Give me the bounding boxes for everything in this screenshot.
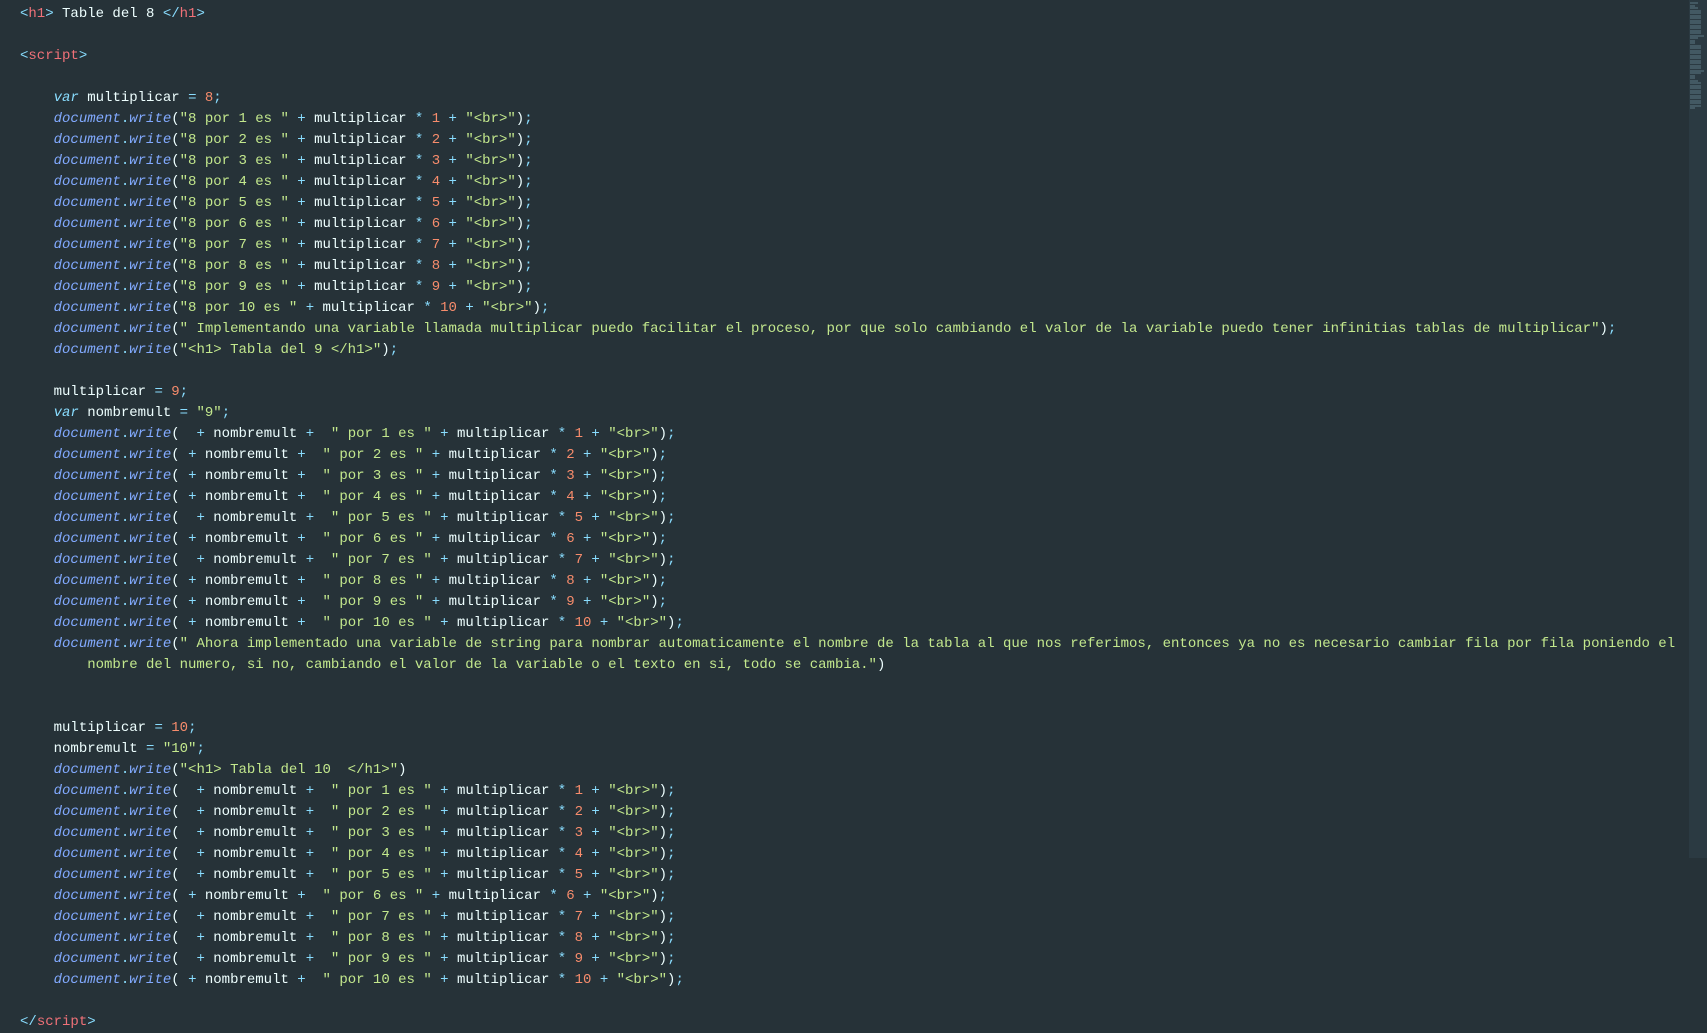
code-line: document.write("8 por 4 es " + multiplic… bbox=[20, 172, 1667, 193]
code-line: document.write("8 por 10 es " + multipli… bbox=[20, 298, 1667, 319]
code-line: document.write("8 por 9 es " + multiplic… bbox=[20, 277, 1667, 298]
code-line: document.write( + nombremult + " por 4 e… bbox=[20, 844, 1667, 865]
code-line: document.write( + nombremult + " por 3 e… bbox=[20, 823, 1667, 844]
code-line: document.write( + nombremult + " por 1 e… bbox=[20, 424, 1667, 445]
code-line: document.write( + nombremult + " por 4 e… bbox=[20, 487, 1667, 508]
code-line: document.write("8 por 5 es " + multiplic… bbox=[20, 193, 1667, 214]
code-line: document.write("8 por 7 es " + multiplic… bbox=[20, 235, 1667, 256]
code-line bbox=[20, 67, 1667, 88]
code-line: document.write( + nombremult + " por 9 e… bbox=[20, 592, 1667, 613]
code-line: document.write( + nombremult + " por 7 e… bbox=[20, 907, 1667, 928]
code-line: document.write("8 por 3 es " + multiplic… bbox=[20, 151, 1667, 172]
code-line: document.write( + nombremult + " por 3 e… bbox=[20, 466, 1667, 487]
code-line: document.write( + nombremult + " por 6 e… bbox=[20, 529, 1667, 550]
code-line: document.write("8 por 2 es " + multiplic… bbox=[20, 130, 1667, 151]
code-line bbox=[20, 676, 1667, 697]
code-line bbox=[20, 697, 1667, 718]
code-line: document.write("<h1> Tabla del 10 </h1>"… bbox=[20, 760, 1667, 781]
code-line: nombremult = "10"; bbox=[20, 739, 1667, 760]
code-line: document.write( + nombremult + " por 6 e… bbox=[20, 886, 1667, 907]
code-line bbox=[20, 991, 1667, 1012]
code-line: document.write(" Implementando una varia… bbox=[20, 319, 1667, 340]
code-line: document.write(" Ahora implementado una … bbox=[20, 634, 1667, 655]
code-line: var nombremult = "9"; bbox=[20, 403, 1667, 424]
code-line: document.write("8 por 1 es " + multiplic… bbox=[20, 109, 1667, 130]
code-line: document.write("<h1> Tabla del 9 </h1>")… bbox=[20, 340, 1667, 361]
code-line: document.write("8 por 8 es " + multiplic… bbox=[20, 256, 1667, 277]
code-line: document.write( + nombremult + " por 5 e… bbox=[20, 508, 1667, 529]
code-line: document.write( + nombremult + " por 2 e… bbox=[20, 802, 1667, 823]
code-line: document.write( + nombremult + " por 2 e… bbox=[20, 445, 1667, 466]
code-line: <h1> Table del 8 </h1> bbox=[20, 4, 1667, 25]
code-editor[interactable]: <h1> Table del 8 </h1> <script> var multi… bbox=[0, 0, 1687, 858]
code-line: </script> bbox=[20, 1012, 1667, 1033]
code-line: multiplicar = 9; bbox=[20, 382, 1667, 403]
code-line bbox=[20, 25, 1667, 46]
code-line bbox=[20, 361, 1667, 382]
code-line: document.write( + nombremult + " por 7 e… bbox=[20, 550, 1667, 571]
code-line: document.write( + nombremult + " por 10 … bbox=[20, 613, 1667, 634]
code-line: <script> bbox=[20, 46, 1667, 67]
code-line: document.write( + nombremult + " por 1 e… bbox=[20, 781, 1667, 802]
minimap[interactable] bbox=[1689, 0, 1707, 858]
code-line: var multiplicar = 8; bbox=[20, 88, 1667, 109]
code-line: document.write("8 por 6 es " + multiplic… bbox=[20, 214, 1667, 235]
code-line: document.write( + nombremult + " por 8 e… bbox=[20, 571, 1667, 592]
code-line: document.write( + nombremult + " por 8 e… bbox=[20, 928, 1667, 949]
code-line: document.write( + nombremult + " por 9 e… bbox=[20, 949, 1667, 970]
code-line: document.write( + nombremult + " por 5 e… bbox=[20, 865, 1667, 886]
code-line: nombre del numero, si no, cambiando el v… bbox=[20, 655, 1667, 676]
code-line: multiplicar = 10; bbox=[20, 718, 1667, 739]
code-line: document.write( + nombremult + " por 10 … bbox=[20, 970, 1667, 991]
